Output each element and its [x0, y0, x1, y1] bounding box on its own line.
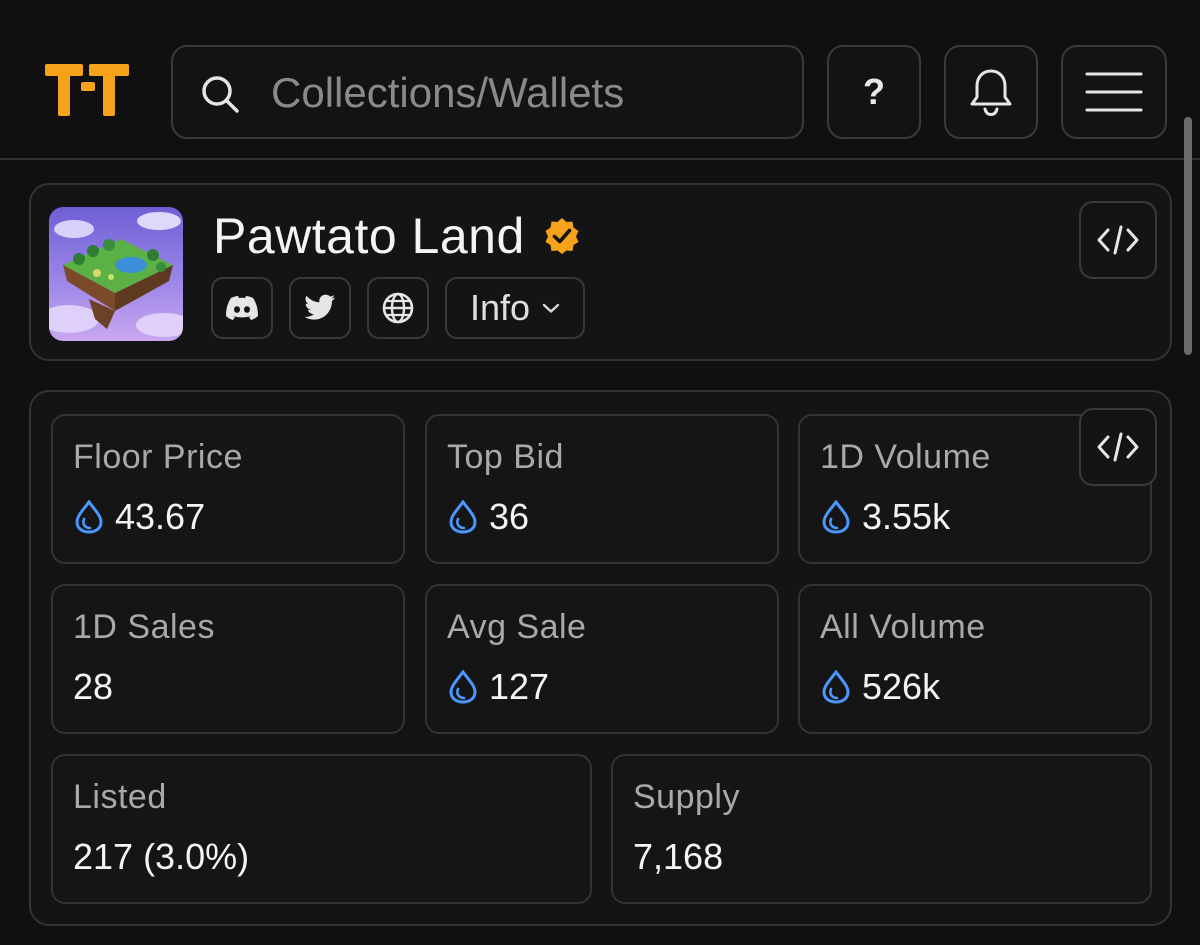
globe-icon: [382, 292, 414, 324]
stat-value-row: 43.67: [73, 496, 205, 538]
menu-button[interactable]: [1061, 45, 1167, 139]
code-icon: [1097, 225, 1139, 255]
stat-label: All Volume: [820, 608, 986, 646]
stat-value-row: 526k: [820, 666, 940, 708]
page-scrollbar[interactable]: [1184, 117, 1192, 355]
collection-name: Pawtato Land: [213, 208, 525, 264]
stat-value-row: 28: [73, 666, 113, 708]
stat-value: 28: [73, 666, 114, 707]
stat-label: 1D Sales: [73, 608, 215, 646]
stat-label: Listed: [73, 778, 167, 816]
stat-all-volume: All Volume 526k: [798, 584, 1152, 734]
drop-icon: [449, 500, 477, 534]
info-dropdown[interactable]: Info: [445, 277, 585, 339]
stat-value-row: 7,168: [633, 836, 723, 878]
stat-value: 3.55k: [862, 496, 951, 537]
stat-value-row: 3.55k: [820, 496, 950, 538]
twitter-icon: [304, 294, 335, 320]
stat-top-bid: Top Bid 36: [425, 414, 779, 564]
top-header: ?: [0, 0, 1200, 160]
stat-label: 1D Volume: [820, 438, 991, 476]
stat-avg-sale: Avg Sale 127: [425, 584, 779, 734]
drop-icon: [449, 670, 477, 704]
info-label: Info: [469, 287, 531, 328]
drop-icon: [75, 500, 103, 534]
stats-panel: Floor Price 43.67 Top Bid 36 1D Volume 3…: [29, 390, 1172, 926]
website-link-button[interactable]: [367, 277, 429, 339]
stat-floor-price: Floor Price 43.67: [51, 414, 405, 564]
bell-icon: [970, 69, 1012, 117]
collection-card: Pawtato Land Info: [29, 183, 1172, 361]
stat-label: Avg Sale: [447, 608, 587, 646]
stat-label: Top Bid: [447, 438, 564, 476]
stats-embed-code-button[interactable]: [1079, 408, 1157, 486]
stat-label: Supply: [633, 778, 740, 816]
drop-icon: [822, 670, 850, 704]
stat-value-row: 217 (3.0%): [73, 836, 249, 878]
brand-logo-icon[interactable]: [45, 64, 129, 116]
drop-icon: [822, 500, 850, 534]
stat-value-row: 36: [447, 496, 529, 538]
stat-1d-sales: 1D Sales 28: [51, 584, 405, 734]
stat-value: 43.67: [115, 496, 206, 537]
stat-value: 36: [489, 496, 530, 537]
notifications-button[interactable]: [944, 45, 1038, 139]
stat-listed: Listed 217 (3.0%): [51, 754, 592, 904]
chevron-down-icon: [542, 303, 560, 313]
help-label: ?: [863, 71, 885, 112]
discord-link-button[interactable]: [211, 277, 273, 339]
discord-icon: [226, 296, 258, 320]
stat-label: Floor Price: [73, 438, 243, 476]
stat-value-row: 127: [447, 666, 549, 708]
search-input[interactable]: [269, 63, 789, 123]
help-button[interactable]: ?: [827, 45, 921, 139]
search-icon: [202, 76, 239, 113]
code-icon: [1097, 432, 1139, 462]
hamburger-icon: [1085, 72, 1143, 112]
collection-links: Info: [211, 277, 585, 339]
stat-value: 7,168: [633, 836, 724, 877]
stat-supply: Supply 7,168: [611, 754, 1152, 904]
collection-thumbnail: [49, 207, 183, 341]
stat-value: 127: [489, 666, 550, 707]
stat-value: 526k: [862, 666, 941, 707]
collection-title-row: Pawtato Land: [213, 207, 581, 265]
search-box[interactable]: [171, 45, 804, 139]
twitter-link-button[interactable]: [289, 277, 351, 339]
stat-value: 217 (3.0%): [73, 836, 250, 877]
embed-code-button[interactable]: [1079, 201, 1157, 279]
verified-badge-icon: [545, 218, 579, 254]
